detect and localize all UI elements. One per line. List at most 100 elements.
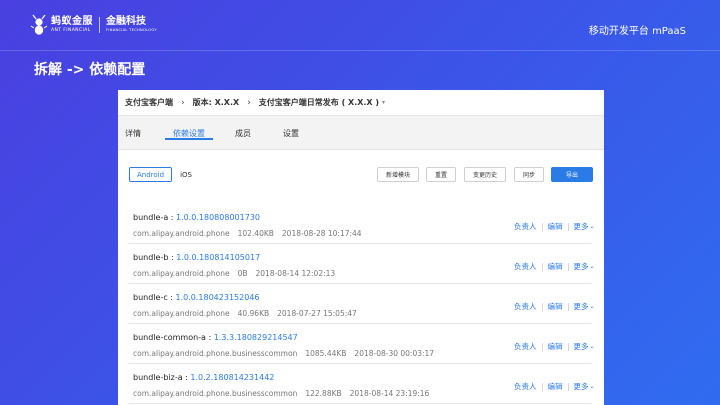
logo-text-cn: 蚂蚁金服 (51, 15, 93, 27)
edit-link[interactable]: 编辑 (548, 341, 563, 352)
action-divider (541, 262, 543, 271)
row-actions: 负责人 编辑 更多 ⌄ (514, 381, 595, 392)
row-actions: 负责人 编辑 更多 ⌄ (514, 261, 595, 272)
bundle-meta: com.alipay.android.phone 102.40KB 2018-08-… (133, 229, 370, 238)
caret-down-icon[interactable]: ▾ (382, 99, 385, 106)
bundle-title: bundle-c : 1.0.0.180423152046 (133, 293, 260, 302)
toolbar: Android iOS 新增模块 重置 变更历史 同步 导出 (118, 164, 604, 194)
more-link[interactable]: 更多 (574, 381, 589, 392)
bundle-title: bundle-biz-a : 1.0.2.180814231442 (133, 373, 275, 382)
chevron-down-icon[interactable]: ⌄ (590, 343, 595, 350)
bundle-title: bundle-common-a : 1.3.3.180829214547 (133, 333, 298, 342)
bundle-name: bundle-b (133, 253, 169, 262)
chevron-down-icon[interactable]: ⌄ (590, 303, 595, 310)
app-window: 支付宝客户端 › 版本: X.X.X › 支付宝客户端日常发布 ( X.X.X … (118, 90, 604, 405)
edit-link[interactable]: 编辑 (548, 381, 563, 392)
bundle-size: 122.88KB (305, 389, 342, 398)
bundle-version-link[interactable]: 1.0.0.180423152046 (176, 293, 260, 302)
brand-logo: 蚂蚁金服 ANT FINANCIAL 金融科技 FINANCIAL TECHNO… (30, 14, 157, 36)
bundle-version-link[interactable]: 1.3.3.180829214547 (214, 333, 298, 342)
bundle-version-link[interactable]: 1.0.0.180808001730 (176, 213, 260, 222)
tab-members[interactable]: 成员 (235, 128, 251, 139)
bundle-title: bundle-b : 1.0.0.180814105017 (133, 253, 261, 262)
bundle-meta: com.alipay.android.phone 0B 2018-08-14 12:… (133, 269, 343, 278)
action-divider (541, 342, 543, 351)
more-link[interactable]: 更多 (574, 221, 589, 232)
row-actions: 负责人 编辑 更多 ⌄ (514, 221, 595, 232)
owner-link[interactable]: 负责人 (514, 341, 537, 352)
bundle-name: bundle-c (133, 293, 168, 302)
row-actions: 负责人 编辑 更多 ⌄ (514, 301, 595, 312)
chevron-down-icon[interactable]: ⌄ (590, 263, 595, 270)
list-item: bundle-b : 1.0.0.180814105017 com.alipay… (118, 244, 604, 284)
chevron-down-icon[interactable]: ⌄ (590, 223, 595, 230)
tab-bar: 详情 依赖设置 成员 设置 (118, 115, 604, 150)
bundle-package: com.alipay.android.phone (133, 269, 230, 278)
slide-title: 拆解 -> 依赖配置 (34, 62, 146, 78)
export-button[interactable]: 导出 (551, 167, 593, 182)
row-divider (129, 403, 591, 404)
bundle-version-link[interactable]: 1.0.0.180814105017 (176, 253, 260, 262)
bundle-package: com.alipay.android.phone.businesscommon (133, 349, 298, 358)
bundle-size: 102.40KB (237, 229, 274, 238)
action-divider (541, 302, 543, 311)
breadcrumb-separator: › (181, 97, 185, 108)
bundle-meta: com.alipay.android.phone 40.96KB 2018-07-2… (133, 309, 365, 318)
bundle-time: 2018-08-14 12:02:13 (255, 269, 336, 278)
bundle-version-link[interactable]: 1.0.2.180814231442 (190, 373, 274, 382)
owner-link[interactable]: 负责人 (514, 381, 537, 392)
bundle-time: 2018-08-14 23:19:16 (349, 389, 430, 398)
action-divider (567, 382, 569, 391)
platform-name: 移动开发平台 mPaaS (588, 26, 686, 37)
bundle-package: com.alipay.android.phone (133, 229, 230, 238)
android-toggle[interactable]: Android (129, 167, 173, 182)
top-bar: 蚂蚁金服 ANT FINANCIAL 金融科技 FINANCIAL TECHNO… (0, 0, 720, 50)
breadcrumb-separator: › (247, 97, 251, 108)
row-actions: 负责人 编辑 更多 ⌄ (514, 341, 595, 352)
breadcrumb-app[interactable]: 支付宝客户端 (125, 97, 173, 108)
action-divider (567, 302, 569, 311)
owner-link[interactable]: 负责人 (514, 301, 537, 312)
action-divider (541, 382, 543, 391)
tab-details[interactable]: 详情 (125, 128, 141, 139)
bundle-time: 2018-07-27 15:05:47 (277, 309, 357, 318)
bundle-name: bundle-a (133, 213, 169, 222)
logo-text-en: ANT FINANCIAL (51, 27, 91, 33)
bundle-package: com.alipay.android.phone.businesscommon (133, 389, 298, 398)
fintech-text-en: FINANCIAL TECHNOLOGY (106, 28, 157, 33)
ios-toggle[interactable]: iOS (172, 167, 200, 182)
bundle-size: 40.96KB (237, 309, 270, 318)
header-divider (0, 50, 720, 51)
bundle-name: bundle-common-a (133, 333, 206, 342)
chevron-down-icon[interactable]: ⌄ (590, 383, 595, 390)
edit-link[interactable]: 编辑 (548, 261, 563, 272)
breadcrumb-release[interactable]: 支付宝客户端日常发布 ( X.X.X ) (259, 97, 379, 108)
more-link[interactable]: 更多 (574, 261, 589, 272)
owner-link[interactable]: 负责人 (514, 221, 537, 232)
bundle-size: 0B (237, 269, 248, 278)
list-item: bundle-c : 1.0.0.180423152046 com.alipay… (118, 284, 604, 324)
action-divider (567, 262, 569, 271)
fintech-text-cn: 金融科技 (106, 16, 146, 28)
change-history-button[interactable]: 变更历史 (464, 167, 506, 182)
action-divider (541, 222, 543, 231)
bundle-title: bundle-a : 1.0.0.180808001730 (133, 213, 260, 222)
more-link[interactable]: 更多 (574, 341, 589, 352)
list-item: bundle-common-a : 1.3.3.180829214547 com… (118, 324, 604, 364)
owner-link[interactable]: 负责人 (514, 261, 537, 272)
bundle-list: bundle-a : 1.0.0.180808001730 com.alipay… (118, 204, 604, 404)
tab-settings[interactable]: 设置 (283, 128, 299, 139)
edit-link[interactable]: 编辑 (548, 301, 563, 312)
sync-button[interactable]: 同步 (514, 167, 544, 182)
breadcrumb: 支付宝客户端 › 版本: X.X.X › 支付宝客户端日常发布 ( X.X.X … (118, 90, 604, 115)
more-link[interactable]: 更多 (574, 301, 589, 312)
add-module-button[interactable]: 新增模块 (377, 167, 419, 182)
active-tab-indicator (165, 138, 213, 140)
breadcrumb-version[interactable]: 版本: X.X.X (193, 97, 240, 108)
ant-logo-icon (30, 14, 48, 35)
logo-divider (99, 17, 100, 33)
bundle-package: com.alipay.android.phone (133, 309, 230, 318)
platform-switch: Android iOS (129, 167, 200, 182)
edit-link[interactable]: 编辑 (548, 221, 563, 232)
reset-button[interactable]: 重置 (426, 167, 456, 182)
